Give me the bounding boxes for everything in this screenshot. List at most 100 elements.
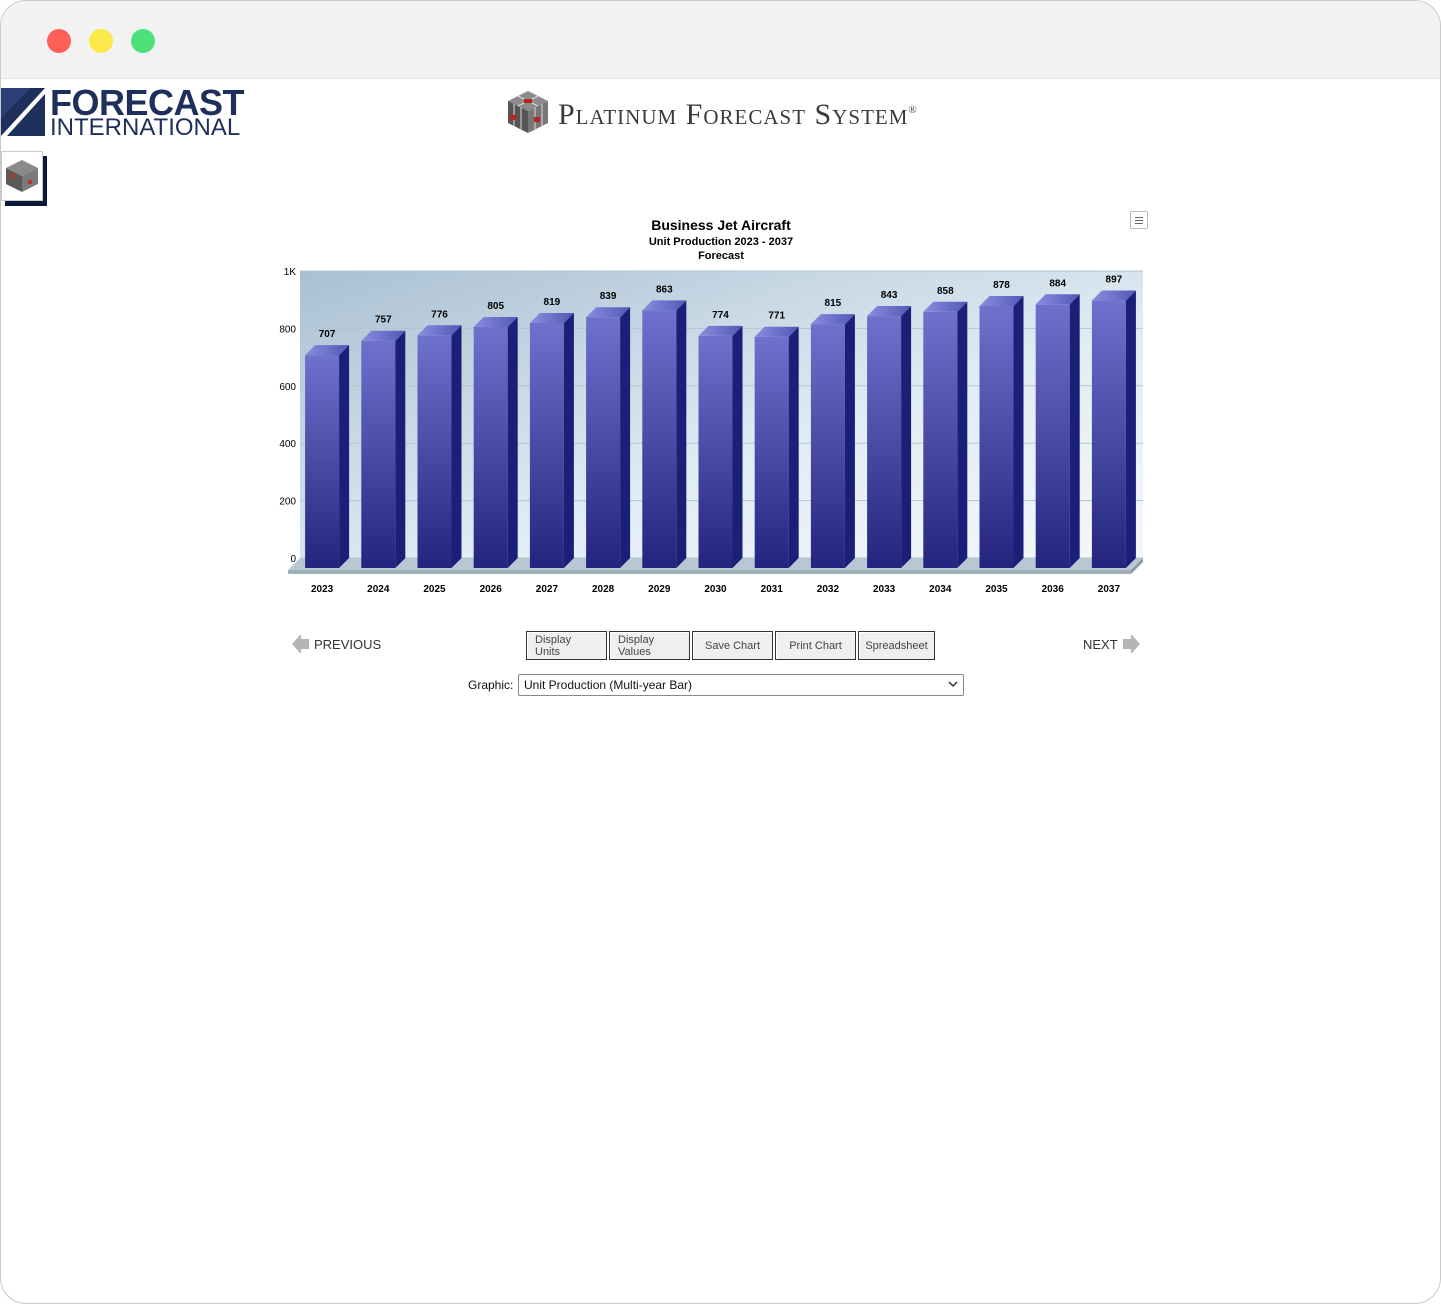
forecast-international-logo[interactable]: FORECAST INTERNATIONAL	[1, 85, 251, 141]
platinum-cube-icon	[508, 91, 548, 133]
bar	[361, 340, 396, 568]
chart-subtitle-forecast: Forecast	[698, 250, 744, 262]
close-window-button[interactable]	[47, 29, 71, 53]
next-label: NEXT	[1083, 636, 1118, 652]
graphic-label: Graphic:	[468, 678, 514, 692]
bar-side	[1069, 294, 1080, 568]
bar-side	[844, 314, 855, 568]
bar-side	[1125, 290, 1136, 568]
bar-value-label: 757	[375, 315, 392, 326]
x-tick-label: 2024	[367, 584, 390, 595]
bar	[1091, 300, 1126, 568]
bar-value-label: 805	[487, 301, 504, 312]
brand-name-line2: INTERNATIONAL	[50, 114, 241, 141]
print-chart-button[interactable]: Print Chart	[775, 631, 856, 660]
platinum-cube-thumbnail[interactable]	[1, 151, 43, 201]
bar-side	[1013, 296, 1024, 568]
platinum-forecast-system-logo: Platinum Forecast System®	[504, 87, 964, 137]
x-tick-label: 2037	[1098, 584, 1121, 595]
x-tick-label: 2028	[592, 584, 615, 595]
x-tick-label: 2030	[704, 584, 727, 595]
bar	[305, 355, 340, 568]
display-values-button[interactable]: Display Values	[609, 631, 690, 660]
bar	[642, 310, 677, 568]
bar	[754, 336, 789, 568]
graphic-selected-value: Unit Production (Multi-year Bar)	[524, 678, 693, 692]
chart-title: Business Jet Aircraft	[651, 217, 791, 233]
bar-side	[957, 301, 968, 568]
bar-side	[563, 312, 574, 568]
spreadsheet-button[interactable]: Spreadsheet	[858, 631, 935, 660]
bar	[1035, 304, 1070, 568]
bar-side	[395, 330, 406, 568]
bar-side	[339, 345, 350, 568]
x-tick-label: 2023	[311, 584, 334, 595]
bar-chart: 0 200 400 600 800 1K 707 2023 757 2024 776 2025 805 2…	[279, 267, 1143, 595]
y-tick-label: 0	[290, 554, 296, 565]
cube-logo-icon	[6, 160, 38, 192]
chart-menu-button[interactable]	[1130, 211, 1148, 229]
bar-side	[788, 326, 799, 568]
bar	[979, 306, 1014, 568]
previous-label: PREVIOUS	[314, 636, 382, 652]
chart-subtitle: Unit Production 2023 - 2037	[648, 236, 794, 248]
bar	[417, 335, 452, 568]
window-titlebar	[1, 1, 1440, 79]
bar-side	[620, 307, 631, 568]
bar-side	[901, 306, 912, 568]
x-tick-label: 2026	[480, 584, 503, 595]
forecast-logo-mark-icon	[1, 88, 45, 136]
chart-action-buttons: Display Units Display Values Save Chart …	[526, 631, 935, 660]
next-button[interactable]: NEXT	[1083, 633, 1140, 655]
bar-value-label: 774	[712, 310, 729, 321]
bar-side	[451, 325, 462, 568]
chevron-down-icon	[948, 681, 958, 688]
bar-value-label: 897	[1106, 275, 1123, 286]
maximize-window-button[interactable]	[131, 29, 155, 53]
x-tick-label: 2034	[929, 584, 952, 595]
arrow-left-icon	[292, 634, 309, 654]
bar-value-label: 776	[431, 309, 448, 320]
y-tick-label: 1K	[284, 267, 297, 278]
x-tick-label: 2032	[817, 584, 840, 595]
minimize-window-button[interactable]	[89, 29, 113, 53]
x-tick-label: 2027	[536, 584, 559, 595]
chart-floor-edge	[288, 570, 1131, 574]
browser-window: FORECAST INTERNATIONAL Platinum Forecast	[0, 0, 1441, 1304]
bar-value-label: 771	[768, 311, 785, 322]
x-tick-label: 2025	[423, 584, 446, 595]
y-tick-label: 200	[279, 497, 296, 508]
save-chart-button[interactable]: Save Chart	[692, 631, 773, 660]
y-tick-label: 600	[279, 382, 296, 393]
arrow-right-icon	[1122, 634, 1140, 654]
x-tick-label: 2033	[873, 584, 896, 595]
bar-value-label: 815	[825, 298, 842, 309]
display-units-button[interactable]: Display Units	[526, 631, 607, 660]
bar-value-label: 878	[993, 280, 1010, 291]
bar	[529, 322, 564, 568]
bar	[586, 317, 621, 568]
bar-value-label: 839	[600, 291, 617, 302]
bar-side	[507, 316, 518, 568]
bar	[698, 335, 733, 568]
y-tick-label: 400	[279, 439, 296, 450]
previous-button[interactable]: PREVIOUS	[292, 633, 381, 655]
bar-value-label: 707	[319, 329, 336, 340]
bar-value-label: 863	[656, 284, 673, 295]
bar-value-label: 884	[1049, 278, 1066, 289]
x-tick-label: 2029	[648, 584, 671, 595]
bar-value-label: 843	[881, 290, 898, 301]
x-tick-label: 2031	[761, 584, 784, 595]
product-title: Platinum Forecast System®	[558, 98, 918, 131]
bar	[867, 316, 902, 568]
bar-side	[676, 300, 687, 568]
x-tick-label: 2036	[1042, 584, 1065, 595]
bar-value-label: 858	[937, 286, 954, 297]
x-tick-label: 2035	[985, 584, 1008, 595]
bar	[473, 326, 508, 568]
y-tick-label: 800	[279, 324, 296, 335]
graphic-select[interactable]: Unit Production (Multi-year Bar)	[518, 674, 964, 696]
bar	[810, 324, 845, 568]
bar-side	[732, 325, 743, 568]
bar	[923, 311, 958, 568]
